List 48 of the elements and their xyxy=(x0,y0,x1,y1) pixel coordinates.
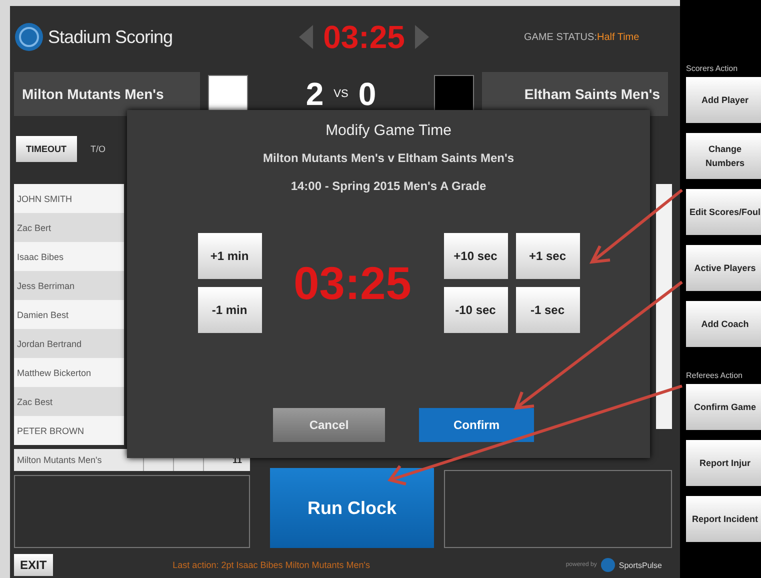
action-button[interactable]: Report Injur xyxy=(686,440,761,486)
action-button[interactable]: Change Numbers xyxy=(686,133,761,179)
run-clock-button[interactable]: Run Clock xyxy=(270,468,434,548)
time-adjust-button[interactable]: -1 sec xyxy=(516,287,580,333)
away-score: 0 xyxy=(358,76,376,112)
action-button[interactable]: Add Coach xyxy=(686,301,761,347)
brand-logo-icon xyxy=(600,558,615,572)
home-score: 2 xyxy=(306,76,324,112)
time-adjust-button[interactable]: -10 sec xyxy=(444,287,508,333)
player-row[interactable]: PETER BROWN xyxy=(14,416,124,445)
home-team-name: Milton Mutants Men's xyxy=(14,72,200,116)
app-title: Stadium Scoring xyxy=(48,26,173,48)
time-adjust-button[interactable]: +1 sec xyxy=(516,233,580,279)
vs-label: VS xyxy=(334,88,348,100)
player-row[interactable]: Damien Best xyxy=(14,300,124,329)
action-button[interactable]: Edit Scores/Foul xyxy=(686,189,761,235)
scrollbar[interactable] xyxy=(656,184,672,429)
time-adjust-button[interactable]: +1 min xyxy=(198,233,262,279)
player-row[interactable]: Jess Berriman xyxy=(14,271,124,300)
time-adjust-button[interactable]: +10 sec xyxy=(444,233,508,279)
time-adjust-button[interactable]: -1 min xyxy=(198,287,262,333)
previous-arrow-icon[interactable] xyxy=(299,25,314,49)
section-title: Referees Action xyxy=(686,371,744,380)
confirm-button[interactable]: Confirm xyxy=(419,408,534,442)
game-status: GAME STATUS:Half Time xyxy=(524,32,640,42)
dialog-clock: 03:25 xyxy=(292,256,412,310)
action-button[interactable]: Add Player xyxy=(686,77,761,123)
player-row[interactable]: Isaac Bibes xyxy=(14,242,124,271)
timeout-label: T/O xyxy=(90,144,106,154)
action-button[interactable]: Active Players xyxy=(686,245,761,291)
game-clock: 03:25 xyxy=(323,18,405,56)
action-button[interactable]: Confirm Game xyxy=(686,384,761,430)
last-action-text: Last action: 2pt Isaac Bibes Milton Mutants Men's xyxy=(172,560,370,570)
player-row[interactable]: Zac Best xyxy=(14,387,124,416)
logo-icon xyxy=(14,22,44,52)
timeout-button[interactable]: TIMEOUT xyxy=(16,136,76,162)
player-row[interactable]: Jordan Bertrand xyxy=(14,329,124,358)
section-title: Scorers Action xyxy=(686,64,739,73)
match-title: Milton Mutants Men's v Eltham Saints Men's xyxy=(262,151,514,165)
player-row[interactable]: JOHN SMITH xyxy=(14,184,124,213)
player-row[interactable]: Zac Bert xyxy=(14,213,124,242)
match-details: 14:00 - Spring 2015 Men's A Grade xyxy=(290,179,486,193)
next-arrow-icon[interactable] xyxy=(414,25,429,49)
action-button[interactable]: Report Incident xyxy=(686,496,761,542)
dialog-title: Modify Game Time xyxy=(326,122,452,139)
brand-name: SportsPulse xyxy=(618,560,662,570)
player-row[interactable]: Matthew Bickerton xyxy=(14,358,124,387)
exit-button[interactable]: EXIT xyxy=(14,554,53,576)
